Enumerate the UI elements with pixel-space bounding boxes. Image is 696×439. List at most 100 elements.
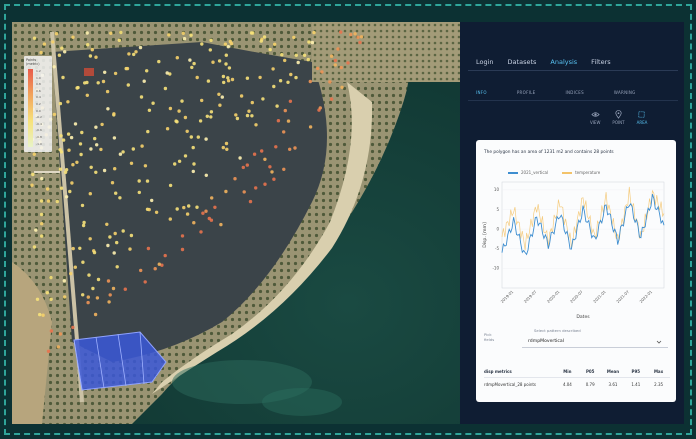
- map-point[interactable]: [270, 170, 274, 174]
- map-point[interactable]: [165, 127, 170, 131]
- map-point[interactable]: [180, 99, 184, 103]
- map-point[interactable]: [238, 156, 242, 160]
- map-point[interactable]: [118, 196, 122, 200]
- map-point[interactable]: [59, 186, 64, 190]
- map-point[interactable]: [226, 45, 230, 49]
- map-point[interactable]: [247, 109, 251, 113]
- map-point[interactable]: [63, 50, 67, 54]
- map-point[interactable]: [150, 198, 154, 203]
- map-point[interactable]: [201, 211, 205, 215]
- map-point[interactable]: [220, 95, 224, 99]
- map-point[interactable]: [346, 61, 350, 65]
- map-point[interactable]: [191, 145, 195, 150]
- map-point[interactable]: [248, 199, 253, 204]
- subtab-indices[interactable]: INDICES: [566, 90, 584, 95]
- map-point[interactable]: [209, 38, 213, 42]
- map-point[interactable]: [182, 205, 186, 210]
- map-point[interactable]: [96, 81, 100, 85]
- map-point[interactable]: [64, 195, 69, 199]
- map-point[interactable]: [40, 234, 44, 238]
- map-point[interactable]: [32, 36, 37, 40]
- map-point[interactable]: [34, 228, 38, 232]
- map-point[interactable]: [75, 160, 79, 164]
- mode-view[interactable]: VIEW: [590, 110, 600, 125]
- map-point[interactable]: [143, 164, 148, 168]
- map-point[interactable]: [108, 235, 112, 239]
- map-point[interactable]: [69, 271, 73, 276]
- map-point[interactable]: [259, 39, 263, 43]
- map-point[interactable]: [198, 119, 203, 123]
- map-point[interactable]: [100, 122, 104, 127]
- map-point[interactable]: [359, 35, 364, 39]
- map-point[interactable]: [227, 66, 232, 70]
- map-point[interactable]: [188, 58, 192, 62]
- map-point[interactable]: [45, 291, 49, 295]
- map-point[interactable]: [58, 148, 62, 152]
- map-point[interactable]: [239, 94, 244, 98]
- map-point[interactable]: [278, 79, 283, 83]
- map-point[interactable]: [302, 53, 307, 57]
- map-point[interactable]: [71, 163, 75, 167]
- map-point[interactable]: [39, 199, 44, 203]
- map-point[interactable]: [94, 170, 98, 174]
- map-point[interactable]: [129, 161, 134, 165]
- map-point[interactable]: [129, 233, 134, 238]
- map-point[interactable]: [245, 163, 249, 167]
- map-point[interactable]: [80, 203, 85, 208]
- map-point[interactable]: [229, 41, 234, 46]
- map-point[interactable]: [310, 40, 315, 45]
- map-point[interactable]: [339, 30, 343, 34]
- map-point[interactable]: [31, 172, 35, 177]
- map-point[interactable]: [192, 221, 196, 225]
- tab-analysis[interactable]: Analysis: [550, 58, 577, 66]
- map-point[interactable]: [329, 54, 334, 58]
- pattern-select[interactable]: rdmpMovertical: [522, 336, 668, 348]
- map-point[interactable]: [32, 245, 37, 249]
- mode-point[interactable]: POINT: [612, 110, 625, 125]
- map-point[interactable]: [93, 312, 98, 317]
- map-point[interactable]: [209, 110, 214, 114]
- map-point[interactable]: [139, 95, 144, 99]
- map-point[interactable]: [195, 205, 199, 209]
- map-point[interactable]: [263, 182, 267, 186]
- map-point[interactable]: [32, 152, 36, 156]
- map-point[interactable]: [333, 63, 337, 67]
- map-point[interactable]: [221, 74, 226, 79]
- map-point[interactable]: [88, 54, 93, 58]
- map-point[interactable]: [168, 183, 173, 188]
- map-point[interactable]: [308, 125, 313, 129]
- map-point[interactable]: [189, 135, 193, 139]
- map-point[interactable]: [296, 60, 300, 65]
- mode-area[interactable]: AREA: [637, 110, 647, 125]
- map-point[interactable]: [39, 50, 43, 55]
- map-point[interactable]: [218, 103, 222, 107]
- map-point[interactable]: [103, 70, 107, 74]
- map-point[interactable]: [276, 119, 281, 123]
- map-point[interactable]: [339, 65, 343, 70]
- map-point[interactable]: [183, 115, 188, 120]
- map-point[interactable]: [153, 267, 157, 271]
- map-point[interactable]: [68, 189, 72, 194]
- map-point[interactable]: [127, 52, 131, 56]
- map-point[interactable]: [90, 48, 95, 52]
- map-point[interactable]: [154, 210, 159, 214]
- map-point[interactable]: [86, 295, 91, 299]
- map-point[interactable]: [125, 66, 130, 71]
- map-point[interactable]: [196, 135, 200, 139]
- map-point[interactable]: [88, 237, 92, 241]
- map-point[interactable]: [336, 47, 340, 51]
- map-point[interactable]: [61, 75, 65, 80]
- map-point[interactable]: [67, 148, 71, 152]
- map-point[interactable]: [115, 265, 119, 269]
- map-point[interactable]: [294, 75, 298, 80]
- map-point[interactable]: [280, 53, 284, 57]
- map-point[interactable]: [128, 247, 132, 251]
- map-point[interactable]: [209, 115, 213, 119]
- map-point[interactable]: [192, 61, 196, 66]
- map-point[interactable]: [217, 59, 222, 63]
- map-point[interactable]: [353, 32, 357, 36]
- map-point[interactable]: [62, 279, 66, 283]
- map-point[interactable]: [51, 40, 55, 44]
- map-point[interactable]: [71, 35, 75, 39]
- map-point[interactable]: [204, 137, 208, 141]
